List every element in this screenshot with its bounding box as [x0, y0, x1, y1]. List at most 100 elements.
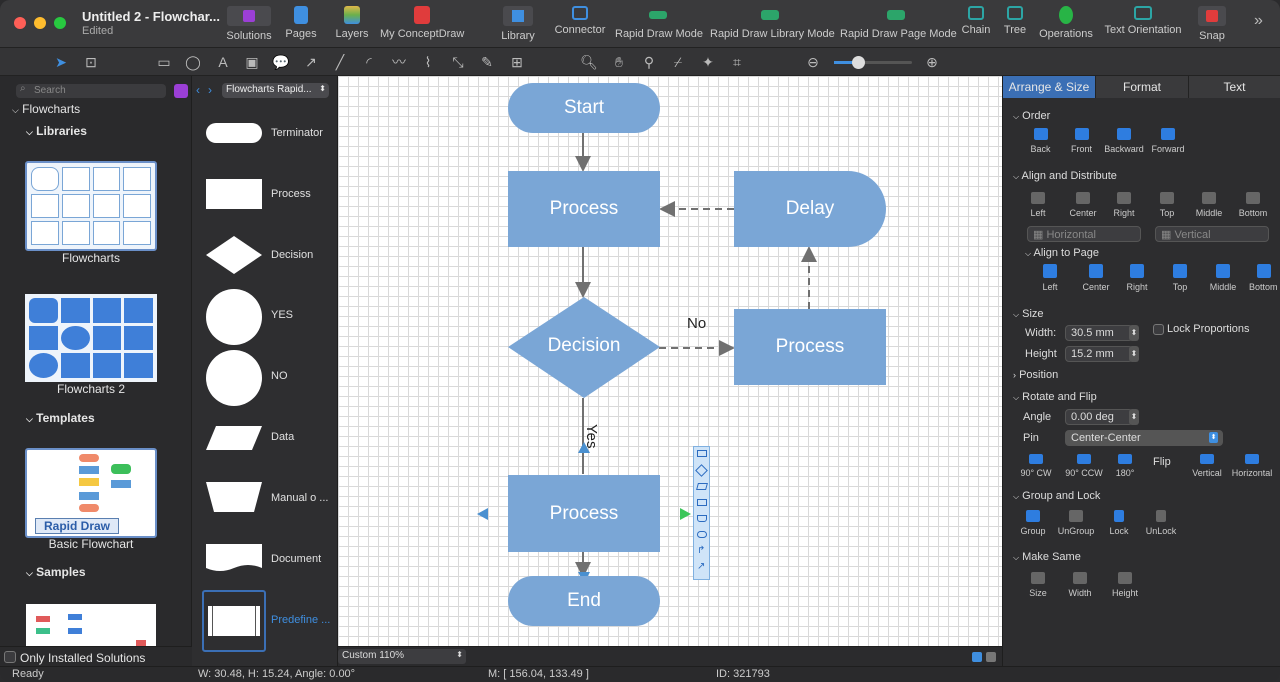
rapid-draw-shape-picker[interactable]: ↱ ↗: [693, 446, 710, 580]
tree-button[interactable]: Tree: [1000, 6, 1030, 36]
page-align-top-button[interactable]: Top: [1165, 264, 1195, 292]
myconceptdraw-button[interactable]: My ConceptDraw: [380, 6, 464, 40]
templates-section[interactable]: ⌵ Templates: [26, 411, 95, 425]
node-start[interactable]: Start: [508, 83, 660, 133]
rotate-ccw-button[interactable]: 90° CCW: [1063, 454, 1105, 478]
flip-vertical-button[interactable]: Vertical: [1189, 454, 1225, 478]
pen-tool-icon[interactable]: ✎: [478, 53, 496, 71]
page-view-icon[interactable]: [972, 652, 982, 662]
minimize-window-button[interactable]: [34, 17, 46, 29]
chain-button[interactable]: Chain: [960, 6, 992, 36]
shape-no[interactable]: [206, 350, 262, 406]
handle-up-icon[interactable]: [578, 442, 590, 453]
node-decision[interactable]: Decision: [508, 297, 660, 398]
polyline-tool-icon[interactable]: ⤡: [449, 53, 467, 71]
callout-tool-icon[interactable]: 💬: [272, 53, 290, 71]
zoom-tool-icon[interactable]: 🔍︎: [580, 53, 598, 71]
angle-input[interactable]: 0.00 deg: [1065, 409, 1133, 425]
order-back-button[interactable]: Back: [1023, 128, 1058, 154]
samples-section[interactable]: ⌵ Samples: [26, 565, 86, 579]
select-tool-icon[interactable]: ➤: [52, 53, 70, 71]
pick-terminator-icon[interactable]: [697, 531, 707, 538]
angle-stepper[interactable]: ⬍: [1129, 409, 1139, 425]
tab-format[interactable]: Format: [1096, 76, 1189, 98]
zoom-select[interactable]: Custom 110% ⬍: [338, 649, 466, 664]
align-right-button[interactable]: Right: [1109, 192, 1139, 218]
zoom-slider-thumb[interactable]: [852, 56, 865, 69]
group-button[interactable]: Group: [1017, 510, 1049, 536]
rectangle-tool-icon[interactable]: ▭: [155, 53, 173, 71]
flip-horizontal-button[interactable]: Horizontal: [1229, 454, 1275, 478]
library-flowcharts-thumbnail[interactable]: [25, 161, 157, 251]
align-left-button[interactable]: Left: [1023, 192, 1053, 218]
make-same-section[interactable]: ⌵ Make Same: [1013, 551, 1081, 563]
drawing-canvas[interactable]: Start Process Delay Decision No Process …: [338, 76, 1002, 646]
library-button[interactable]: Library: [498, 6, 538, 42]
rapid-draw-page-mode-button[interactable]: Rapid Draw Page Mode: [840, 6, 957, 40]
same-width-button[interactable]: Width: [1065, 572, 1095, 598]
connector-button[interactable]: Connector: [552, 6, 608, 36]
label-tool-icon[interactable]: ▣: [243, 53, 261, 71]
close-window-button[interactable]: [14, 17, 26, 29]
same-size-button[interactable]: Size: [1023, 572, 1053, 598]
ungroup-button[interactable]: UnGroup: [1057, 510, 1095, 536]
line-tool-icon[interactable]: ╱: [331, 53, 349, 71]
pin-select[interactable]: Center-Center ⬍: [1065, 430, 1223, 446]
page-align-middle-button[interactable]: Middle: [1206, 264, 1240, 292]
crop-tool-icon[interactable]: ⌗: [728, 53, 746, 71]
node-process-2[interactable]: Process: [734, 309, 886, 385]
node-process-3[interactable]: Process: [508, 475, 660, 552]
unlock-button[interactable]: UnLock: [1143, 510, 1179, 536]
position-section[interactable]: › Position: [1013, 369, 1058, 381]
pick-process-icon[interactable]: [697, 450, 707, 457]
connection-point-tool-icon[interactable]: ⊞: [508, 53, 526, 71]
page-list-icon[interactable]: [986, 652, 996, 662]
operations-button[interactable]: Operations: [1038, 6, 1094, 40]
same-height-button[interactable]: Height: [1109, 572, 1141, 598]
align-page-section[interactable]: ⌵ Align to Page: [1025, 247, 1099, 259]
node-delay[interactable]: Delay: [734, 171, 886, 247]
group-lock-section[interactable]: ⌵ Group and Lock: [1013, 490, 1100, 502]
hand-tool-icon[interactable]: ✋︎: [610, 53, 628, 71]
order-backward-button[interactable]: Backward: [1103, 128, 1145, 154]
stamp-tool-icon[interactable]: ⚲: [640, 53, 658, 71]
zoom-window-button[interactable]: [54, 17, 66, 29]
sample-thumbnail[interactable]: [26, 604, 156, 650]
align-bottom-button[interactable]: Bottom: [1235, 192, 1271, 218]
nav-back-icon[interactable]: ‹: [196, 83, 200, 97]
toolbar-overflow-icon[interactable]: »: [1254, 12, 1263, 30]
pages-button[interactable]: Pages: [283, 6, 319, 40]
libraries-section[interactable]: ⌵ Libraries: [26, 124, 87, 138]
rapid-draw-mode-button[interactable]: Rapid Draw Mode: [615, 6, 703, 40]
distribute-vertical-select[interactable]: ▦ Vertical: [1155, 226, 1269, 242]
align-center-button[interactable]: Center: [1067, 192, 1099, 218]
pick-data-icon[interactable]: [696, 483, 708, 490]
text-box-tool-icon[interactable]: ⊡: [82, 53, 100, 71]
page-align-bottom-button[interactable]: Bottom: [1249, 264, 1279, 292]
order-forward-button[interactable]: Forward: [1149, 128, 1187, 154]
handle-left-icon[interactable]: [477, 508, 488, 520]
tab-arrange-size[interactable]: Arrange & Size: [1003, 76, 1096, 98]
library-flowcharts2-thumbnail[interactable]: [25, 294, 157, 382]
pick-elbow-connector-icon[interactable]: ↱: [697, 545, 705, 556]
order-section[interactable]: ⌵ Order: [1013, 110, 1050, 122]
nav-forward-icon[interactable]: ›: [208, 83, 212, 97]
library-select[interactable]: Flowcharts Rapid... ⬍: [222, 83, 329, 98]
page-align-center-button[interactable]: Center: [1079, 264, 1113, 292]
shape-process[interactable]: [206, 179, 262, 209]
shape-document[interactable]: [206, 544, 262, 574]
lock-button[interactable]: Lock: [1105, 510, 1133, 536]
pick-document-icon[interactable]: [697, 515, 707, 522]
ellipse-tool-icon[interactable]: ◯: [184, 53, 202, 71]
pick-decision-icon[interactable]: [695, 464, 708, 477]
align-top-button[interactable]: Top: [1152, 192, 1182, 218]
page-align-left-button[interactable]: Left: [1035, 264, 1065, 292]
bezier-tool-icon[interactable]: ⌇: [419, 53, 437, 71]
rapid-draw-library-mode-button[interactable]: Rapid Draw Library Mode: [710, 6, 835, 40]
search-field[interactable]: ⌕ Search: [16, 83, 166, 98]
arrow-tool-icon[interactable]: ↗: [302, 53, 320, 71]
text-tool-icon[interactable]: A: [214, 53, 232, 71]
shape-data[interactable]: [206, 426, 262, 450]
tab-text[interactable]: Text: [1189, 76, 1280, 98]
zoom-out-icon[interactable]: ⊖: [804, 53, 822, 71]
